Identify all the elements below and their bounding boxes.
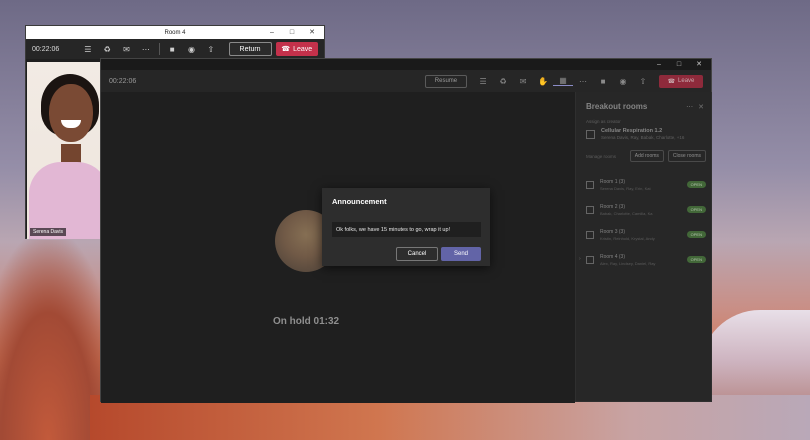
breakout-rooms-icon[interactable]: ▦ (553, 76, 574, 86)
resume-button[interactable]: Resume (424, 74, 468, 88)
room-status-badge: OPEN (686, 206, 706, 213)
participants-list-icon[interactable]: ☰ (78, 40, 97, 58)
close-icon[interactable]: ✕ (698, 103, 704, 111)
room-status-badge: OPEN (686, 231, 706, 238)
microphone-icon[interactable]: ◉ (613, 77, 633, 86)
breakout-rooms-panel: Breakout rooms ⋯ ✕ Assign as creator Cel… (575, 92, 712, 402)
announcement-dialog: Announcement Ok folks, we have 15 minute… (322, 188, 490, 266)
call-timer: 00:22:06 (32, 45, 60, 53)
room-icon (586, 230, 594, 239)
leave-button-label: Leave (293, 45, 313, 53)
chat-icon[interactable]: ✉ (513, 77, 533, 86)
main-titlebar: – □ ✕ (101, 59, 711, 70)
add-rooms-button[interactable]: Add rooms (629, 150, 664, 162)
chat-icon[interactable]: ✉ (117, 40, 136, 58)
hang-up-icon: ☎ (281, 46, 291, 53)
breakout-rooms-icon[interactable]: ♻ (97, 40, 116, 58)
room-members: Alex, Ray, Lindsey, Daniel, Ray (600, 260, 656, 266)
send-button-label: Send (453, 251, 468, 257)
room-status-badge: OPEN (686, 256, 706, 263)
mini-call-toolbar: 00:22:06 ☰ ♻ ✉ ⋯ ■ ◉ ⇧ Return ☎ Leave (26, 39, 324, 59)
room-icon (586, 180, 594, 189)
microphone-icon[interactable]: ◉ (182, 40, 201, 58)
maximize-icon[interactable]: □ (282, 26, 302, 39)
participant-name-tag: Serena Davis (30, 228, 67, 236)
mini-window-title: Room 4 (164, 29, 186, 36)
window-controls: – □ ✕ (649, 59, 709, 72)
panel-title: Breakout rooms (586, 102, 648, 111)
more-options-icon[interactable]: ⋯ (573, 77, 593, 86)
room-members: Kristin, Reinhold, Krystal, Andy (600, 235, 655, 241)
assigned-room[interactable]: Cellular Respiration 1.2 Serena Davis, R… (576, 128, 712, 140)
panel-header: Breakout rooms ⋯ ✕ (576, 92, 712, 119)
room-members: Babak, Charlotte, Camilla, Ka (600, 210, 653, 216)
resume-button-label: Resume (434, 78, 458, 84)
cancel-button[interactable]: Cancel (396, 247, 438, 261)
toolbar-divider (158, 43, 160, 55)
assigned-room-members: Serena Davis, Ray, Babak, Charlotte, +16 (601, 135, 685, 140)
maximize-icon[interactable]: □ (669, 59, 689, 70)
room-icon (586, 205, 594, 214)
manage-rooms-label: Manage rooms (586, 153, 617, 159)
room-name: Room 3 (3) (600, 228, 626, 235)
hang-up-icon: ☎ (667, 78, 676, 85)
room-list-item[interactable]: › Room 4 (3) Alex, Ray, Lindsey, Daniel,… (576, 247, 712, 272)
minimize-icon[interactable]: – (262, 26, 282, 39)
announcement-message-text: Ok folks, we have 15 minutes to go, wrap… (336, 226, 451, 233)
call-timer: 00:22:06 (109, 77, 137, 85)
room-name: Room 2 (3) (600, 203, 626, 210)
assigned-label: Assign as creator (586, 119, 621, 124)
chevron-right-icon[interactable]: › (579, 256, 581, 262)
participant-video: Serena Davis (27, 62, 103, 239)
more-options-icon[interactable]: ⋯ (136, 40, 155, 58)
main-call-toolbar: 00:22:06 Resume ☰ ♻ ✉ ✋ ▦ ⋯ ■ ◉ ⇧ ☎ Leav… (101, 70, 711, 92)
send-button[interactable]: Send (441, 247, 481, 261)
room-name: Room 4 (3) (600, 253, 626, 260)
panel-actions: Manage rooms Add rooms Close rooms (576, 150, 712, 162)
on-hold-status: On hold 01:32 (273, 316, 340, 327)
return-button[interactable]: Return (228, 42, 272, 56)
camera-icon[interactable]: ■ (162, 40, 181, 58)
room-icon (586, 255, 594, 264)
room-list-item[interactable]: Room 1 (3) Serena Davis, Ray, Erin, Kat … (576, 172, 712, 197)
raise-hand-icon[interactable]: ✋ (533, 77, 553, 86)
participants-list-icon[interactable]: ☰ (473, 77, 493, 86)
room-status-badge: OPEN (686, 181, 706, 188)
room-list-item[interactable]: Room 3 (3) Kristin, Reinhold, Krystal, A… (576, 222, 712, 247)
leave-button[interactable]: ☎ Leave (275, 42, 318, 56)
room-icon (586, 130, 595, 139)
people-icon[interactable]: ♻ (493, 77, 513, 86)
room-members: Serena Davis, Ray, Erin, Kat (600, 185, 651, 191)
announcement-message-field[interactable]: Ok folks, we have 15 minutes to go, wrap… (332, 222, 481, 237)
share-screen-icon[interactable]: ⇧ (633, 77, 653, 86)
participant-face (49, 84, 93, 142)
more-options-icon[interactable]: ⋯ (686, 103, 693, 111)
close-rooms-button[interactable]: Close rooms (667, 150, 706, 162)
camera-icon[interactable]: ■ (593, 77, 613, 86)
dialog-title: Announcement (332, 197, 387, 206)
share-screen-icon[interactable]: ⇧ (201, 40, 220, 58)
assigned-room-title: Cellular Respiration 1.2 (601, 128, 663, 134)
window-controls: – □ ✕ (262, 26, 322, 39)
return-button-label: Return (239, 45, 261, 53)
minimize-icon[interactable]: – (649, 59, 669, 70)
leave-button-label: Leave (678, 78, 695, 84)
leave-button[interactable]: ☎ Leave (659, 74, 703, 88)
room-list-item[interactable]: Room 2 (3) Babak, Charlotte, Camilla, Ka… (576, 197, 712, 222)
close-icon[interactable]: ✕ (302, 26, 322, 39)
room-name: Room 1 (3) (600, 178, 626, 185)
mini-titlebar: Room 4 – □ ✕ (26, 26, 324, 39)
close-icon[interactable]: ✕ (689, 59, 709, 70)
cancel-button-label: Cancel (407, 251, 427, 257)
